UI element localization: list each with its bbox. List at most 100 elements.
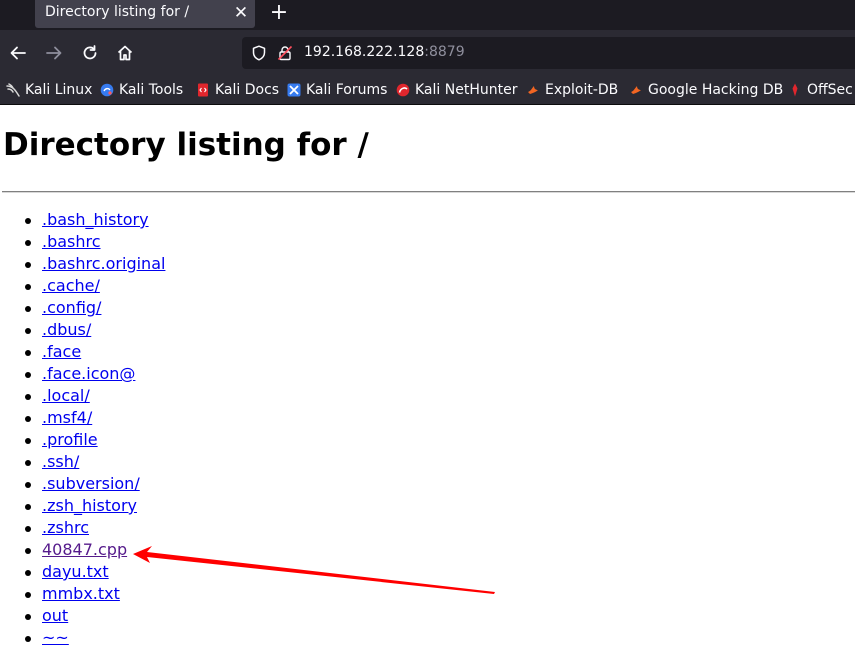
file-link[interactable]: dayu.txt (42, 562, 109, 581)
bullet-icon (25, 438, 31, 444)
file-list-item: dayu.txt (0, 561, 165, 583)
bookmark-label: Kali NetHunter (415, 82, 518, 98)
file-link[interactable]: .bash_history (42, 210, 149, 229)
kali-dragon-icon (6, 83, 20, 97)
file-list-item: .subversion/ (0, 473, 165, 495)
exploit-db-icon (528, 86, 538, 94)
forward-arrow-icon[interactable] (41, 40, 67, 66)
nav-toolbar: 192.168.222.128:8879 (0, 30, 855, 76)
bullet-icon (25, 306, 31, 312)
file-link[interactable]: .ssh/ (42, 452, 79, 471)
bullet-icon (25, 328, 31, 334)
file-link[interactable]: 40847.cpp (42, 540, 127, 559)
file-list-item: 40847.cpp (0, 539, 165, 561)
file-link[interactable]: .config/ (42, 298, 101, 317)
bookmark-kali-linux[interactable]: Kali Linux (6, 81, 92, 99)
file-list-item: mmbx.txt (0, 583, 165, 605)
bullet-icon (25, 548, 31, 554)
file-list-item: .bash_history (0, 209, 165, 231)
bookmark-google-hacking-db[interactable]: Google Hacking DB (629, 81, 783, 99)
file-link[interactable]: .local/ (42, 386, 90, 405)
bookmark-kali-nethunter[interactable]: Kali NetHunter (396, 81, 517, 99)
url-text[interactable]: 192.168.222.128:8879 (304, 44, 465, 60)
bookmark-label: Google Hacking DB (648, 82, 784, 98)
file-list-item: .profile (0, 429, 165, 451)
bullet-icon (25, 482, 31, 488)
bullet-icon (25, 636, 31, 642)
file-link[interactable]: mmbx.txt (42, 584, 120, 603)
file-link[interactable]: .face.icon@ (42, 364, 135, 383)
file-list-item: .msf4/ (0, 407, 165, 429)
file-link[interactable]: ~~ (42, 628, 69, 647)
close-tab-icon[interactable]: ✕ (232, 3, 250, 23)
kali-forums-icon (287, 83, 301, 97)
bullet-icon (25, 416, 31, 422)
page-content: Directory listing for / .bash_history .ba… (0, 105, 855, 662)
file-list-item: .face (0, 341, 165, 363)
file-link[interactable]: .bashrc.original (42, 254, 165, 273)
bullet-icon (25, 526, 31, 532)
file-list-item: .local/ (0, 385, 165, 407)
bookmark-offsec[interactable]: OffSec (788, 81, 853, 99)
bookmark-label: Kali Tools (119, 82, 184, 98)
ghdb-icon (631, 86, 641, 94)
horizontal-rule (2, 191, 855, 193)
file-link[interactable]: .msf4/ (42, 408, 92, 427)
file-list-item: .cache/ (0, 275, 165, 297)
bookmark-label: Kali Docs (215, 82, 280, 98)
bullet-icon (25, 460, 31, 466)
back-arrow-icon[interactable] (5, 40, 31, 66)
bullet-icon (25, 570, 31, 576)
insecure-lock-icon[interactable] (277, 45, 293, 61)
file-list-item: .ssh/ (0, 451, 165, 473)
bookmark-exploit-db[interactable]: Exploit-DB (526, 81, 618, 99)
file-list-item: .bashrc (0, 231, 165, 253)
file-list: .bash_history .bashrc .bashrc.original .cac… (0, 209, 165, 649)
nethunter-icon (396, 83, 410, 97)
bookmark-label: Kali Forums (306, 82, 388, 98)
new-tab-icon[interactable]: + (267, 1, 291, 25)
bullet-icon (25, 262, 31, 268)
file-list-item: .zsh_history (0, 495, 165, 517)
file-link[interactable]: .zsh_history (42, 496, 137, 515)
file-list-item: .dbus/ (0, 319, 165, 341)
bookmark-kali-docs[interactable]: Kali Docs (196, 81, 279, 99)
bookmarks-toolbar: Kali Linux Kali Tools Kali Docs Kali For… (0, 76, 855, 105)
bookmark-label: OffSec (807, 82, 853, 98)
file-link[interactable]: .subversion/ (42, 474, 140, 493)
reload-icon[interactable] (77, 40, 103, 66)
bullet-icon (25, 284, 31, 290)
page-title: Directory listing for / (3, 127, 369, 163)
address-bar[interactable]: 192.168.222.128:8879 (242, 37, 855, 69)
bullet-icon (25, 372, 31, 378)
file-link[interactable]: .profile (42, 430, 98, 449)
bullet-icon (25, 218, 31, 224)
home-icon[interactable] (112, 40, 138, 66)
kali-docs-icon (198, 83, 208, 97)
bookmark-kali-forums[interactable]: Kali Forums (287, 81, 387, 99)
bullet-icon (25, 350, 31, 356)
file-link[interactable]: out (42, 606, 68, 625)
file-link[interactable]: .zshrc (42, 518, 89, 537)
file-link[interactable]: .cache/ (42, 276, 100, 295)
browser-tab[interactable]: Directory listing for / ✕ (35, 0, 255, 28)
file-link[interactable]: .dbus/ (42, 320, 91, 339)
bookmark-label: Exploit-DB (545, 82, 619, 98)
bookmark-kali-tools[interactable]: Kali Tools (100, 81, 183, 99)
file-link[interactable]: .face (42, 342, 81, 361)
tab-title: Directory listing for / (45, 4, 190, 20)
bookmark-label: Kali Linux (25, 82, 93, 98)
bullet-icon (25, 240, 31, 246)
file-list-item: out (0, 605, 165, 627)
url-host: 192.168.222.128 (304, 44, 425, 60)
offsec-icon (792, 83, 798, 97)
file-link[interactable]: .bashrc (42, 232, 101, 251)
file-list-item: ~~ (0, 627, 165, 649)
bullet-icon (25, 592, 31, 598)
shield-icon[interactable] (251, 45, 267, 61)
file-list-item: .zshrc (0, 517, 165, 539)
file-list-item: .face.icon@ (0, 363, 165, 385)
url-port: :8879 (424, 44, 465, 60)
bullet-icon (25, 614, 31, 620)
bullet-icon (25, 504, 31, 510)
